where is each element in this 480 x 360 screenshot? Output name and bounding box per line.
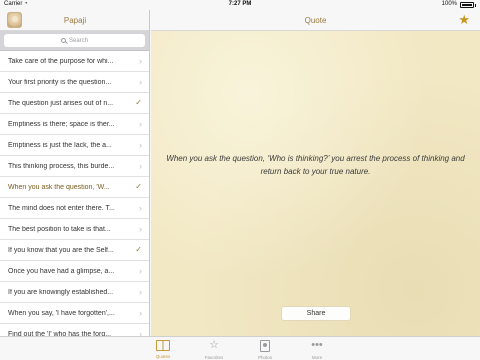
quote-list-item-text: Emptiness is just the lack, the a... [8, 141, 112, 149]
quote-list-item-text: If you know that you are the Self... [8, 246, 114, 254]
star-outline-icon: ☆ [209, 339, 219, 351]
quote-list-item-text: Take care of the purpose for whi... [8, 57, 114, 65]
chevron-right-icon: › [139, 119, 142, 129]
chevron-right-icon: › [139, 161, 142, 171]
chevron-right-icon: › [139, 308, 142, 318]
tab-quotes[interactable]: Quotes [138, 339, 188, 359]
battery-tip [475, 4, 476, 7]
quote-list-item[interactable]: Take care of the purpose for whi... › [0, 51, 149, 72]
tab-favorites[interactable]: ☆ Favorites [189, 339, 239, 360]
tab-photos-label: Photos [257, 355, 272, 360]
quote-list-item-text: Once you have had a glimpse, a... [8, 267, 115, 275]
status-time: 7:27 PM [228, 1, 252, 7]
tab-photos[interactable]: Photos [240, 339, 290, 360]
quote-list-item[interactable]: The mind does not enter there. T... › [0, 198, 149, 219]
status-bar: Carrier ◔ 7:27 PM 100% [0, 0, 480, 10]
quote-list-item[interactable]: If you know that you are the Self... ✓ [0, 240, 149, 261]
photo-icon [260, 340, 270, 352]
chevron-right-icon: › [139, 266, 142, 276]
share-button[interactable]: Share [281, 306, 351, 321]
chevron-right-icon: › [139, 287, 142, 297]
quote-list-item-text: Your first priority is the question... [8, 78, 112, 86]
quote-list-item-text: The question just arises out of n... [8, 99, 114, 107]
search-placeholder: Search [68, 37, 88, 44]
quote-list-item[interactable]: Emptiness is there; space is ther... › [0, 114, 149, 135]
checkmark-icon: ✓ [135, 182, 142, 191]
favorite-star-icon[interactable]: ★ [458, 13, 470, 26]
quote-list-item[interactable]: Find out the 'I' who has the forg... › [0, 324, 149, 337]
quote-list-item-text: The best position to take is that... [8, 225, 111, 233]
quote-list-item-text: Emptiness is there; space is ther... [8, 120, 115, 128]
search-input[interactable]: Search [4, 34, 145, 47]
quote-list-item-text: When you say, 'I have forgotten',... [8, 309, 115, 317]
quote-list-item[interactable]: The best position to take is that... › [0, 219, 149, 240]
sidebar-header: Papaji [0, 10, 149, 31]
tab-more[interactable]: ••• More [292, 339, 342, 360]
sidebar-title: Papaji [63, 16, 87, 25]
quote-list-item-text: When you ask the question, 'W... [8, 183, 110, 191]
book-icon [156, 340, 170, 351]
quote-list-item[interactable]: If you are knowingly established... › [0, 282, 149, 303]
quote-list-item[interactable]: This thinking process, this burde... › [0, 156, 149, 177]
checkmark-icon: ✓ [135, 98, 142, 107]
search-bar: Search [0, 31, 149, 51]
chevron-right-icon: › [139, 140, 142, 150]
tab-bar: Quotes ☆ Favorites Photos ••• More [0, 336, 480, 360]
more-icon: ••• [311, 339, 323, 351]
quote-list-item[interactable]: Once you have had a glimpse, a... › [0, 261, 149, 282]
chevron-right-icon: › [139, 203, 142, 213]
search-icon [60, 38, 66, 43]
quote-list-item-text: This thinking process, this burde... [8, 162, 115, 170]
battery-icon [460, 2, 474, 8]
quote-sidebar: Papaji Search Take care of the purpose f… [0, 10, 150, 336]
quote-list: Take care of the purpose for whi... › Your… [0, 51, 149, 336]
nav-title: Quote [304, 16, 327, 25]
checkmark-icon: ✓ [135, 245, 142, 254]
chevron-right-icon: › [139, 56, 142, 66]
quote-list-item[interactable]: The question just arises out of n... ✓ [0, 93, 149, 114]
battery-percentage: 100% [441, 1, 457, 7]
tab-more-label: More [311, 355, 323, 360]
quote-list-item-text: If you are knowingly established... [8, 288, 114, 296]
tab-favorites-label: Favorites [204, 355, 224, 360]
chevron-right-icon: › [139, 224, 142, 234]
quote-list-item-text: The mind does not enter there. T... [8, 204, 115, 212]
tab-quotes-label: Quotes [155, 354, 171, 359]
detail-nav-bar: Quote ★ [151, 10, 480, 31]
quote-list-item[interactable]: When you ask the question, 'W... ✓ [0, 177, 149, 198]
quote-list-item[interactable]: Your first priority is the question... › [0, 72, 149, 93]
chevron-right-icon: › [139, 77, 142, 87]
quote-list-item[interactable]: When you say, 'I have forgotten',... › [0, 303, 149, 324]
quote-text: When you ask the question, ‘Who is think… [166, 154, 465, 176]
quote-list-item[interactable]: Emptiness is just the lack, the a... › [0, 135, 149, 156]
quote-detail: When you ask the question, ‘Who is think… [151, 31, 480, 336]
